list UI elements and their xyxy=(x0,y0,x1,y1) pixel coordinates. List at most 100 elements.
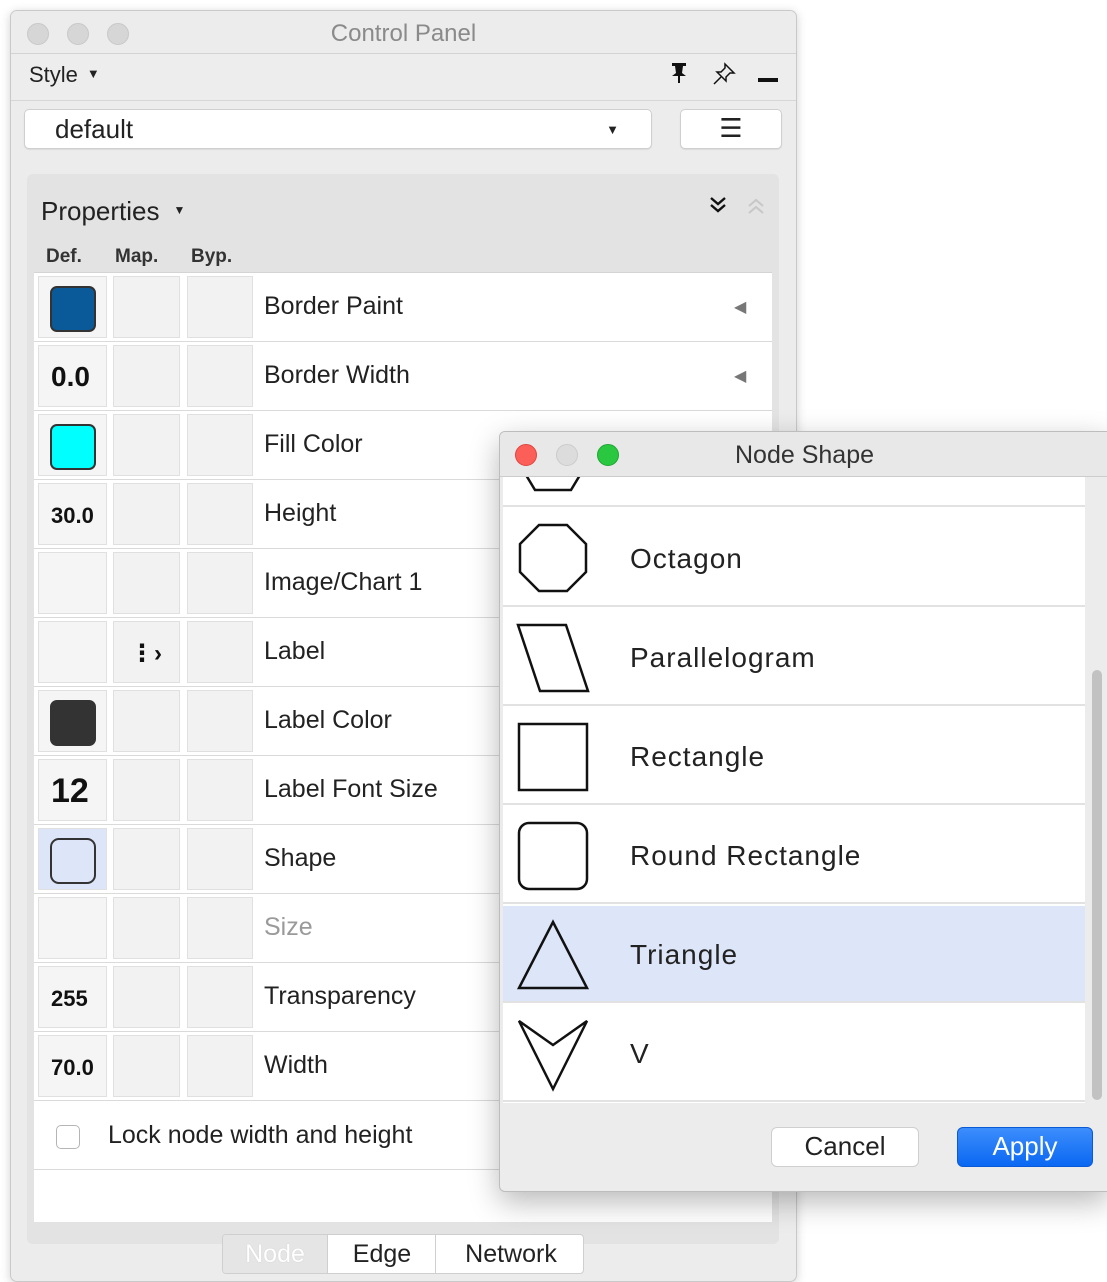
shape-name: Parallelogram xyxy=(630,642,816,673)
mapping-cell[interactable] xyxy=(113,966,180,1028)
mapping-cell[interactable] xyxy=(113,552,180,614)
default-value-cell[interactable] xyxy=(38,552,107,614)
bypass-cell[interactable] xyxy=(187,552,253,614)
bypass-cell[interactable] xyxy=(187,759,253,821)
property-row: Border Paint ◀ xyxy=(34,273,772,342)
shape-item-parallelogram[interactable]: Parallelogram xyxy=(503,609,1085,706)
mapping-cell[interactable] xyxy=(113,897,180,959)
expand-all-icon[interactable] xyxy=(707,194,729,222)
shape-name: V xyxy=(630,1038,650,1069)
bypass-cell[interactable] xyxy=(187,621,253,683)
round-rectangle-icon xyxy=(50,838,96,884)
default-value-cell[interactable]: 12 xyxy=(38,759,107,821)
default-value-cell[interactable]: 70.0 xyxy=(38,1035,107,1097)
mapping-cell[interactable] xyxy=(113,759,180,821)
mapping-cell[interactable] xyxy=(113,1035,180,1097)
color-swatch xyxy=(50,286,96,332)
property-row: 0.0 Border Width ◀ xyxy=(34,342,772,411)
property-label: Transparency xyxy=(264,982,416,1010)
shape-item-round-rectangle[interactable]: Round Rectangle xyxy=(503,807,1085,904)
mapping-cell[interactable] xyxy=(113,414,180,476)
hexagon-icon xyxy=(525,477,581,492)
shape-item-hexagon[interactable] xyxy=(503,477,1085,507)
node-shape-dialog: Node Shape Octagon Parallelogram Rectang… xyxy=(499,431,1107,1192)
default-value-cell[interactable] xyxy=(38,690,107,752)
bypass-cell[interactable] xyxy=(187,828,253,890)
style-toolbar: Style ▼ xyxy=(11,54,796,101)
bypass-cell[interactable] xyxy=(187,276,253,338)
property-label: Border Paint xyxy=(264,292,403,320)
shape-item-rectangle[interactable]: Rectangle xyxy=(503,708,1085,805)
default-value-cell[interactable] xyxy=(38,828,107,890)
dialog-titlebar: Node Shape xyxy=(500,432,1107,477)
property-label: Label xyxy=(264,637,326,665)
bypass-cell[interactable] xyxy=(187,483,253,545)
minimize-panel-icon[interactable] xyxy=(758,78,778,82)
dialog-title: Node Shape xyxy=(735,441,875,469)
pin-icon[interactable] xyxy=(669,62,689,90)
shape-name: Octagon xyxy=(630,543,743,574)
default-value-cell[interactable] xyxy=(38,621,107,683)
float-pin-icon[interactable] xyxy=(712,62,736,92)
apply-button[interactable]: Apply xyxy=(957,1127,1093,1167)
bypass-cell[interactable] xyxy=(187,345,253,407)
style-options-menu-button[interactable]: ☰ xyxy=(680,109,782,149)
property-label: Shape xyxy=(264,844,337,872)
bypass-cell[interactable] xyxy=(187,690,253,752)
shape-list-scrollbar[interactable] xyxy=(1092,670,1102,1100)
window-title: Control Panel xyxy=(330,20,477,47)
cancel-button[interactable]: Cancel xyxy=(771,1127,919,1167)
mapping-cell[interactable] xyxy=(113,345,180,407)
default-value-cell[interactable] xyxy=(38,414,107,476)
dialog-close-button[interactable] xyxy=(515,444,537,466)
caret-down-icon: ▼ xyxy=(173,203,186,217)
tab-network[interactable]: Network xyxy=(435,1235,583,1273)
style-menu[interactable]: Style ▼ xyxy=(29,62,100,88)
property-label: Size xyxy=(264,913,313,941)
color-swatch xyxy=(50,700,96,746)
bypass-cell[interactable] xyxy=(187,897,253,959)
control-panel-titlebar: Control Panel xyxy=(11,11,796,54)
mapping-cell[interactable] xyxy=(113,483,180,545)
caret-down-icon: ▼ xyxy=(86,66,100,81)
collapse-all-icon[interactable] xyxy=(745,196,767,222)
tab-node[interactable]: Node xyxy=(223,1235,327,1273)
column-header-def: Def. xyxy=(46,246,82,267)
expand-left-icon[interactable]: ◀ xyxy=(734,297,746,317)
bypass-cell[interactable] xyxy=(187,966,253,1028)
style-combo-value: default xyxy=(55,114,134,144)
default-value-cell[interactable] xyxy=(38,276,107,338)
dialog-minimize-button[interactable] xyxy=(556,444,578,466)
bypass-cell[interactable] xyxy=(187,1035,253,1097)
hamburger-icon: ☰ xyxy=(719,113,743,143)
tab-edge[interactable]: Edge xyxy=(327,1235,436,1273)
rectangle-icon xyxy=(517,722,589,792)
property-label: Height xyxy=(264,499,337,527)
mapping-cell[interactable] xyxy=(113,690,180,752)
default-value-cell[interactable]: 0.0 xyxy=(38,345,107,407)
default-value: 0.0 xyxy=(51,361,90,392)
panel-tabs: Node Edge Network xyxy=(222,1234,584,1274)
shape-item-triangle[interactable]: Triangle xyxy=(503,906,1085,1003)
shape-name: Triangle xyxy=(630,939,739,970)
default-value-cell[interactable] xyxy=(38,897,107,959)
properties-menu[interactable]: Properties ▼ xyxy=(41,196,185,227)
mapping-cell[interactable] xyxy=(113,276,180,338)
mapping-cell[interactable] xyxy=(113,828,180,890)
dialog-zoom-button[interactable] xyxy=(597,444,619,466)
expand-left-icon[interactable]: ◀ xyxy=(734,366,746,386)
style-combo[interactable]: default ▼ xyxy=(24,109,652,149)
properties-label: Properties xyxy=(41,196,160,226)
property-label: Label Color xyxy=(264,706,392,734)
style-menu-label: Style xyxy=(29,62,78,87)
default-value-cell[interactable]: 30.0 xyxy=(38,483,107,545)
v-icon xyxy=(517,1019,589,1092)
shape-item-v[interactable]: V xyxy=(503,1005,1085,1102)
mapping-cell[interactable]: ⋮› xyxy=(113,621,180,683)
shape-item-octagon[interactable]: Octagon xyxy=(503,510,1085,607)
default-value-cell[interactable]: 255 xyxy=(38,966,107,1028)
lock-size-label: Lock node width and height xyxy=(108,1121,413,1149)
bypass-cell[interactable] xyxy=(187,414,253,476)
lock-size-checkbox[interactable] xyxy=(56,1125,80,1149)
color-swatch xyxy=(50,424,96,470)
